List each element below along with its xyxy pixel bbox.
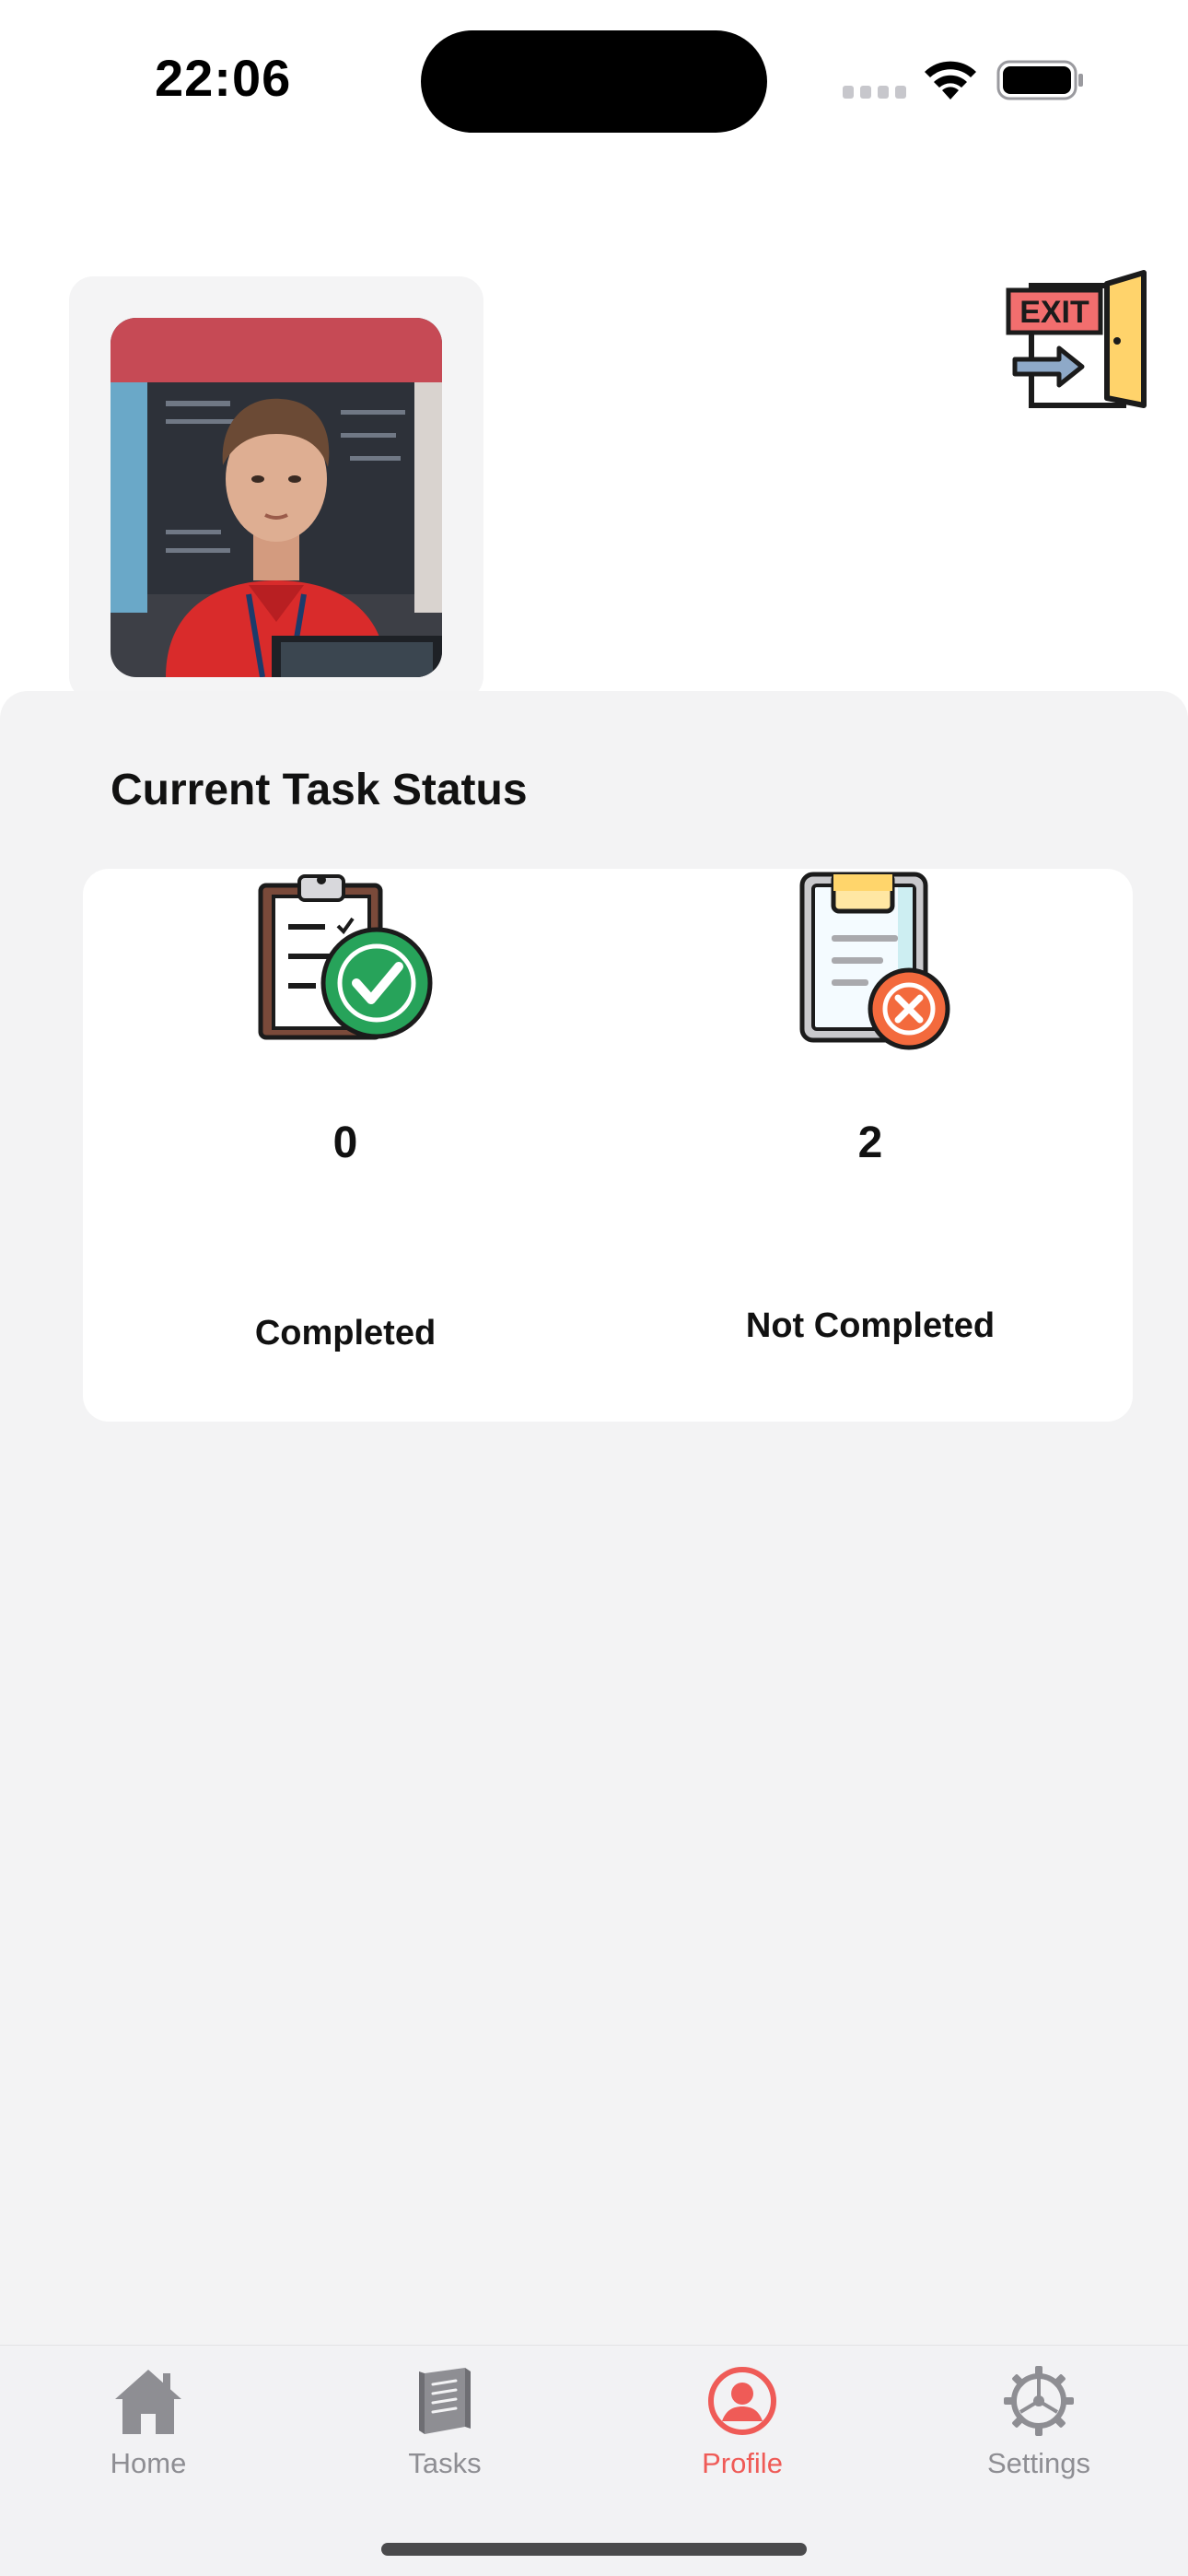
tab-settings-label: Settings <box>986 2447 1090 2479</box>
dynamic-island <box>421 30 767 133</box>
exit-sign-text: EXIT <box>1019 295 1089 330</box>
exit-button[interactable]: EXIT <box>1004 267 1151 415</box>
avatar[interactable] <box>111 318 442 677</box>
tab-home[interactable]: Home <box>0 2346 297 2502</box>
gear-icon <box>1004 2366 1074 2436</box>
tab-home-label: Home <box>110 2447 187 2479</box>
tab-settings[interactable]: Settings <box>891 2346 1187 2502</box>
tab-bar: Home Tasks Profile Settings <box>0 2345 1188 2576</box>
cellular-signal-icon <box>843 86 906 99</box>
section-title: Current Task Status <box>111 766 528 814</box>
tab-tasks[interactable]: Tasks <box>297 2346 593 2502</box>
home-icon <box>115 2370 181 2434</box>
not-completed-count: 2 <box>857 1118 883 1167</box>
clipboard-x-icon <box>799 872 950 1050</box>
avatar-card <box>69 276 483 700</box>
not-completed-label: Not Completed <box>745 1306 996 1345</box>
wifi-icon <box>925 61 976 100</box>
home-indicator[interactable] <box>381 2543 807 2556</box>
avatar-photo <box>111 318 442 677</box>
status-bar: 22:06 <box>0 0 1188 157</box>
status-time: 22:06 <box>155 49 292 107</box>
tab-profile[interactable]: Profile <box>594 2346 891 2502</box>
completed-count: 0 <box>332 1118 358 1167</box>
tab-profile-label: Profile <box>702 2447 783 2479</box>
completed-stat[interactable]: 0 Completed <box>83 869 608 1422</box>
task-status-card: 0 Completed 2 Not Completed <box>83 869 1133 1422</box>
profile-screen: 22:06 EXIT Current Task Status 0 Complet… <box>0 0 1188 2576</box>
content-sheet: Current Task Status 0 Completed 2 Not Co… <box>0 691 1188 2345</box>
exit-door-icon: EXIT <box>1006 270 1147 408</box>
clipboard-check-icon <box>258 874 433 1040</box>
person-circle-icon <box>708 2367 776 2435</box>
not-completed-stat[interactable]: 2 Not Completed <box>608 869 1133 1422</box>
book-icon <box>419 2368 471 2434</box>
battery-icon <box>996 60 1083 100</box>
tab-tasks-label: Tasks <box>408 2447 482 2479</box>
completed-label: Completed <box>254 1314 437 1352</box>
